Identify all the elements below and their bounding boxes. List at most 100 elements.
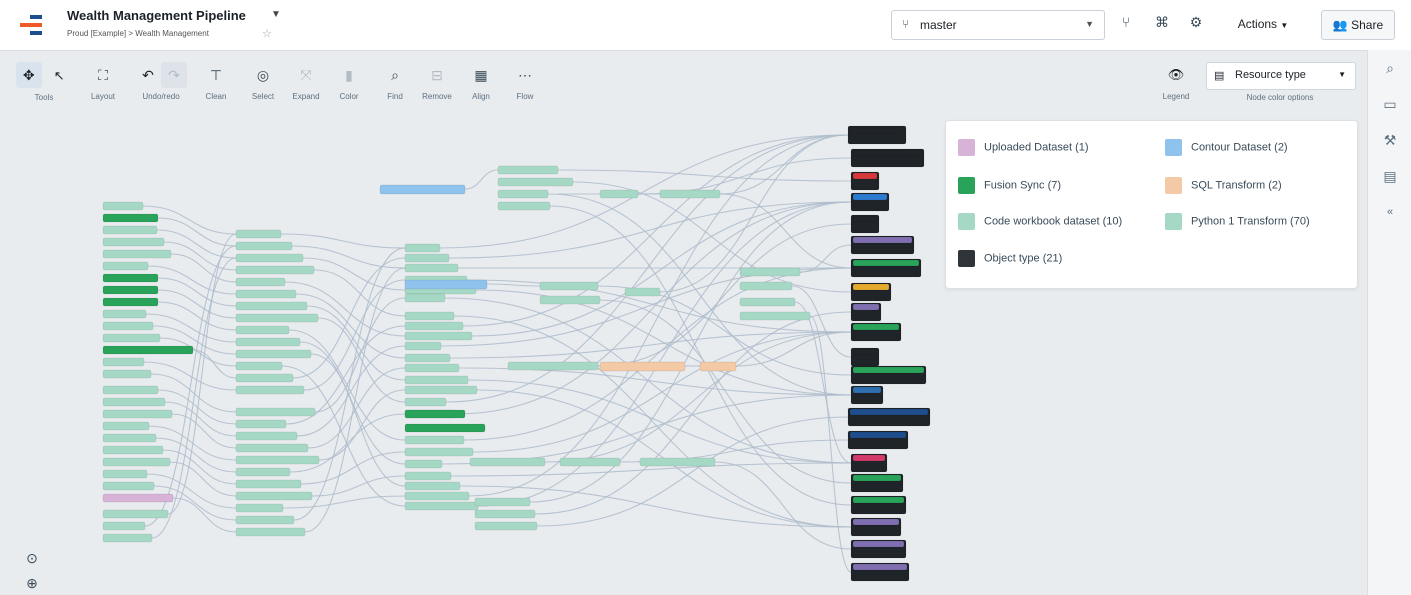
object-type-header[interactable] [852,236,913,244]
transform-node[interactable] [404,459,443,469]
transform-node[interactable] [559,457,621,467]
dataset-node[interactable] [102,481,155,491]
transform-node[interactable] [739,311,811,321]
transform-node[interactable] [235,241,293,251]
transform-node[interactable] [474,509,536,519]
layout-button[interactable]: ⛶ Layout [86,62,120,101]
transform-node[interactable] [235,443,309,453]
transform-node[interactable] [235,385,305,395]
transform-node[interactable] [235,337,301,347]
dataset-node[interactable] [102,433,157,443]
transform-node[interactable] [404,363,460,373]
transform-node[interactable] [235,455,320,465]
clean-button[interactable]: ⊤ Clean [199,62,233,101]
transform-node[interactable] [404,331,473,341]
transform-node[interactable] [235,527,306,537]
share-button[interactable]: 👥 Share [1321,10,1395,40]
fusion-sync-node[interactable] [404,423,486,433]
dataset-node[interactable] [102,409,173,419]
legend-toggle-button[interactable]: 👁 Legend [1158,62,1194,101]
transform-node[interactable] [739,267,801,277]
transform-node[interactable] [404,293,446,303]
object-type-header[interactable] [852,454,886,462]
expand-button[interactable]: ⤧ Expand [289,62,323,101]
pipeline-logo-icon[interactable] [18,12,46,38]
transform-node[interactable] [497,177,574,187]
transform-node[interactable] [739,281,793,291]
zoom-fit-icon[interactable]: ⊙ [22,550,42,567]
transform-node[interactable] [739,297,796,307]
panel-icon[interactable]: ▤ [1379,168,1401,185]
find-button[interactable]: ⌕ Find [378,62,412,101]
uploaded-dataset-node[interactable] [102,493,174,503]
transform-node[interactable] [404,243,441,253]
object-type-header[interactable] [852,193,888,201]
object-type-header[interactable] [852,518,900,526]
transform-node[interactable] [235,407,316,417]
transform-node[interactable] [474,521,538,531]
object-type-header[interactable] [852,283,890,291]
dataset-node[interactable] [102,249,172,259]
transform-node[interactable] [235,431,298,441]
object-type-header[interactable] [852,303,880,311]
contour-dataset-node[interactable] [404,279,488,290]
sql-transform-node[interactable] [699,361,737,372]
remove-button[interactable]: ⊟ Remove [420,62,454,101]
dataset-node[interactable] [102,533,153,543]
transform-node[interactable] [235,373,294,383]
dataset-node[interactable] [102,237,165,247]
object-type-header[interactable] [849,431,907,439]
transform-node[interactable] [235,325,290,335]
object-type-header[interactable] [852,496,905,504]
object-type-header[interactable] [852,149,923,157]
zoom-in-icon[interactable]: ⊕ [22,575,42,592]
flow-button[interactable]: ⋯ Flow [508,62,542,101]
transform-node[interactable] [497,189,549,199]
calendar-icon[interactable]: ▭ [1379,96,1401,113]
transform-node[interactable] [469,457,546,467]
transform-node[interactable] [539,295,601,305]
dataset-node[interactable] [102,201,144,211]
transform-node[interactable] [639,457,716,467]
page-title[interactable]: Wealth Management Pipeline [67,8,246,23]
dataset-node[interactable] [102,469,148,479]
object-type-header[interactable] [852,172,878,180]
dataset-node[interactable] [102,457,171,467]
select-tool[interactable]: ↖ [46,63,72,89]
dataset-node[interactable] [102,369,152,379]
transform-node[interactable] [474,497,531,507]
wrench-icon[interactable]: ⚒ [1379,132,1401,149]
collapse-icon[interactable]: « [1379,206,1401,218]
transform-node[interactable] [235,491,313,501]
dataset-node[interactable] [102,321,154,331]
transform-node[interactable] [235,467,291,477]
transform-node[interactable] [404,375,469,385]
object-type-header[interactable] [849,408,929,416]
transform-node[interactable] [404,341,442,351]
transform-node[interactable] [404,321,464,331]
breadcrumb[interactable]: Proud [Example] > Wealth Management [67,29,209,38]
fusion-sync-node[interactable] [404,409,466,419]
dataset-node[interactable] [102,397,166,407]
object-type-header[interactable] [852,474,902,482]
object-type-header[interactable] [852,215,878,223]
transform-node[interactable] [404,397,447,407]
fusion-sync-node[interactable] [102,213,159,223]
transform-node[interactable] [235,301,308,311]
transform-node[interactable] [507,361,599,371]
star-icon[interactable]: ☆ [262,27,272,40]
merge-icon[interactable]: ⌘ [1152,14,1172,31]
branch-compare-icon[interactable]: ⑂ [1116,14,1136,30]
transform-node[interactable] [235,265,315,275]
object-type-header[interactable] [849,126,905,134]
transform-node[interactable] [624,287,661,297]
transform-node[interactable] [235,349,312,359]
transform-node[interactable] [404,471,452,481]
transform-node[interactable] [659,189,721,199]
fusion-sync-node[interactable] [102,345,194,355]
transform-node[interactable] [235,361,283,371]
select-button[interactable]: ◎ Select [246,62,280,101]
object-type-header[interactable] [852,540,905,548]
resource-type-select[interactable]: ▤ Resource type ▼ [1206,62,1356,90]
dataset-node[interactable] [102,309,147,319]
